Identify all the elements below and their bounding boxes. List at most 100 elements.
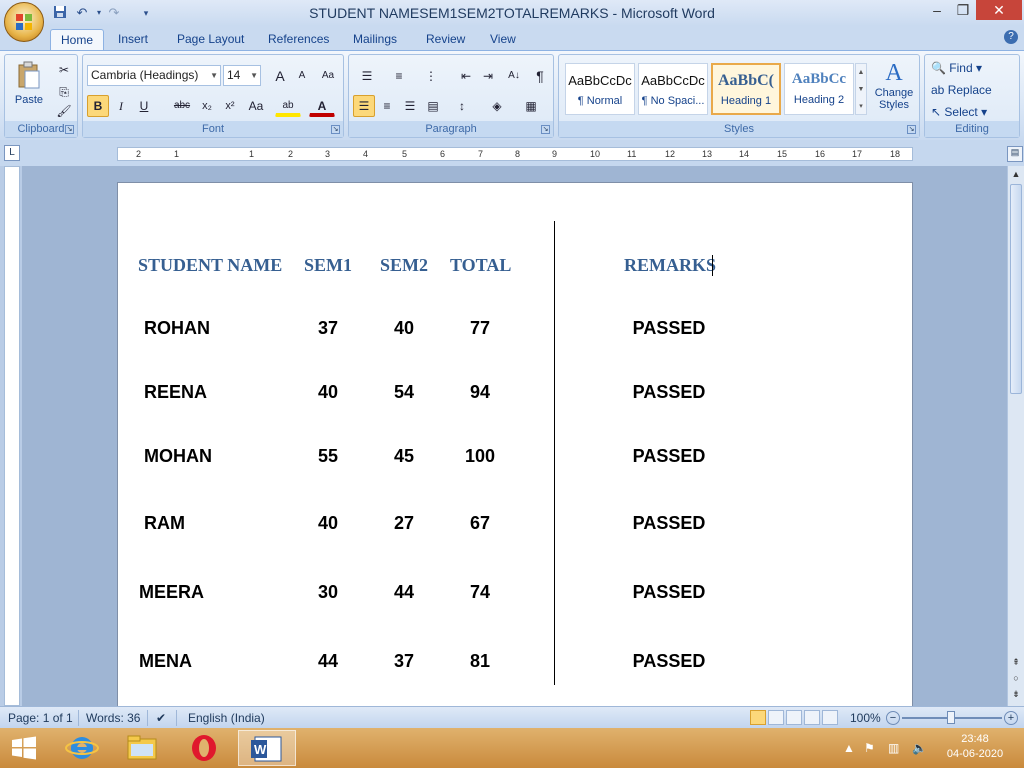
find-button[interactable]: 🔍 Find ▾ [931, 61, 982, 75]
proofing-icon[interactable]: ✔ [156, 711, 166, 725]
tab-selector[interactable]: L [4, 145, 20, 161]
restore-button[interactable]: ❐ [952, 0, 974, 20]
previous-page-icon[interactable]: ⇞ [1010, 656, 1022, 668]
show-hidden-icons[interactable]: ▲ [843, 741, 855, 755]
title-bar: ↶ ▾ ↷ ▾ STUDENT NAMESEM1SEM2TOTALREMARKS… [0, 0, 1024, 42]
next-page-icon[interactable]: ⇟ [1010, 688, 1022, 700]
full-screen-reading-view-icon[interactable] [768, 710, 784, 725]
header-sem1: SEM1 [304, 255, 353, 275]
outline-view-icon[interactable] [804, 710, 820, 725]
paste-button[interactable]: Paste [11, 59, 47, 119]
style-normal[interactable]: AaBbCcDc ¶ Normal [565, 63, 635, 115]
cut-icon[interactable]: ✂ [53, 59, 75, 81]
font-color-button[interactable]: A [309, 95, 335, 117]
minimize-button[interactable]: – [926, 0, 948, 20]
font-family-select[interactable]: Cambria (Headings) ▼ [87, 65, 221, 86]
format-painter-icon[interactable]: 🖌 [53, 103, 75, 119]
select-button[interactable]: ↖ Select ▾ [931, 105, 987, 119]
multilevel-list-icon[interactable]: ⋮ [417, 65, 445, 87]
sort-button[interactable]: A↓ [503, 65, 525, 87]
font-launcher-icon[interactable]: ↘ [331, 125, 340, 134]
start-button[interactable] [0, 730, 48, 766]
opera-icon[interactable] [180, 730, 228, 766]
shading-icon[interactable]: ◈ [483, 95, 511, 117]
header-total: TOTAL [450, 255, 512, 275]
vertical-scrollbar[interactable]: ▲ ⇞ ○ ⇟ [1007, 166, 1024, 706]
numbering-icon[interactable]: ≡ [385, 65, 413, 87]
network-icon[interactable]: ▥ [888, 741, 899, 755]
shrink-font-button[interactable]: A [291, 65, 313, 87]
help-icon[interactable]: ? [1004, 30, 1018, 44]
select-cursor-icon: ↖ [931, 105, 942, 119]
font-size-select[interactable]: 14 ▼ [223, 65, 261, 86]
draft-view-icon[interactable] [822, 710, 838, 725]
borders-icon[interactable]: ▦ [517, 95, 545, 117]
zoom-out-button[interactable]: − [886, 711, 900, 725]
grow-font-button[interactable]: A [269, 65, 291, 87]
office-button[interactable] [4, 2, 44, 42]
replace-label: Replace [947, 83, 992, 97]
ruler-strip[interactable]: 2 1 1 2 3 4 5 6 7 8 9 10 11 12 13 14 15 16 17 18 [117, 147, 913, 161]
tab-references[interactable]: References [268, 29, 329, 50]
superscript-button[interactable]: x² [219, 95, 241, 117]
word-count[interactable]: Words: 36 [86, 711, 140, 725]
scroll-up-icon[interactable]: ▲ [1010, 168, 1022, 180]
zoom-in-button[interactable]: + [1004, 711, 1018, 725]
align-left-icon[interactable]: ☰ [353, 95, 375, 117]
style-heading-2[interactable]: AaBbCc Heading 2 [784, 63, 854, 115]
page-count[interactable]: Page: 1 of 1 [8, 711, 73, 725]
style-heading-1[interactable]: AaBbC( Heading 1 [711, 63, 781, 115]
clipboard-launcher-icon[interactable]: ↘ [65, 125, 74, 134]
styles-scroll[interactable]: ▲ ▼ ▾ [855, 63, 867, 115]
underline-button[interactable]: U [133, 95, 155, 117]
internet-explorer-icon[interactable] [58, 730, 106, 766]
scroll-thumb[interactable] [1010, 184, 1022, 394]
action-center-flag-icon[interactable]: ⚑ [864, 741, 875, 755]
view-ruler-icon[interactable]: ▤ [1007, 146, 1023, 162]
zoom-slider-thumb[interactable] [947, 711, 955, 724]
ruler-mark: 1 [249, 149, 255, 159]
change-styles-button[interactable]: A Change Styles [871, 59, 917, 121]
tab-home[interactable]: Home [50, 29, 105, 50]
document-page[interactable]: STUDENT NAME SEM1 SEM2 TOTAL REMARKS ROH… [117, 182, 913, 706]
styles-label: Styles [559, 121, 919, 137]
align-right-icon[interactable]: ☰ [399, 95, 421, 117]
browse-object-icon[interactable]: ○ [1010, 672, 1022, 684]
web-layout-view-icon[interactable] [786, 710, 802, 725]
tab-mailings[interactable]: Mailings [353, 29, 397, 50]
line-spacing-icon[interactable]: ↕ [449, 95, 475, 117]
zoom-level[interactable]: 100% [850, 711, 881, 725]
word-taskbar-icon[interactable]: W [238, 730, 296, 766]
show-formatting-button[interactable]: ¶ [529, 65, 551, 87]
volume-icon[interactable]: 🔈 [912, 741, 927, 755]
tab-page-layout[interactable]: Page Layout [177, 29, 244, 50]
ruler-mark: 13 [702, 149, 713, 159]
tab-review[interactable]: Review [426, 29, 465, 50]
file-explorer-icon[interactable] [118, 730, 166, 766]
align-center-icon[interactable]: ≡ [376, 95, 398, 117]
change-case-button[interactable]: Aa [243, 95, 269, 117]
clear-formatting-button[interactable]: Aa [317, 65, 339, 87]
system-clock[interactable]: 23:48 04-06-2020 [940, 732, 1010, 762]
style-no-spacing[interactable]: AaBbCcDc ¶ No Spaci... [638, 63, 708, 115]
close-button[interactable]: ✕ [976, 0, 1022, 20]
styles-launcher-icon[interactable]: ↘ [907, 125, 916, 134]
language[interactable]: English (India) [188, 711, 265, 725]
replace-button[interactable]: ab Replace [931, 83, 992, 97]
decrease-indent-icon[interactable]: ⇤ [455, 65, 477, 87]
justify-icon[interactable]: ▤ [422, 95, 444, 117]
paragraph-launcher-icon[interactable]: ↘ [541, 125, 550, 134]
increase-indent-icon[interactable]: ⇥ [477, 65, 499, 87]
print-layout-view-icon[interactable] [750, 710, 766, 725]
tab-insert[interactable]: Insert [118, 29, 148, 50]
strikethrough-button[interactable]: abc [169, 95, 195, 117]
tab-view[interactable]: View [490, 29, 516, 50]
ruler-mark: 10 [590, 149, 601, 159]
subscript-button[interactable]: x₂ [196, 95, 218, 117]
bullets-icon[interactable]: ☰ [353, 65, 381, 87]
ruler-mark: 14 [739, 149, 750, 159]
highlight-button[interactable]: ab [275, 95, 301, 117]
bold-button[interactable]: B [87, 95, 109, 117]
italic-button[interactable]: I [110, 95, 132, 117]
copy-icon[interactable]: ⎘ [53, 81, 75, 103]
